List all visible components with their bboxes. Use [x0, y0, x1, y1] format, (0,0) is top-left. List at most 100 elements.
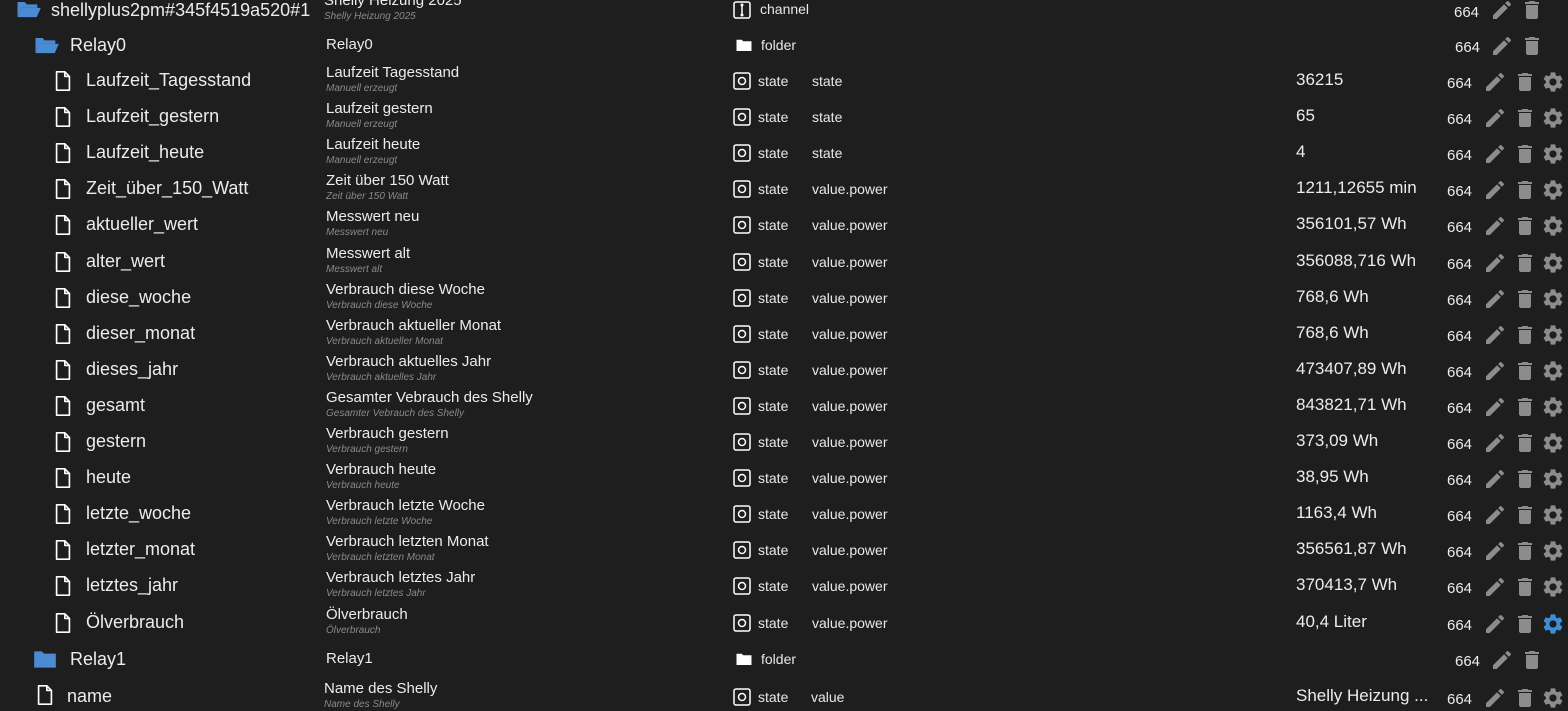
object-value[interactable]: 1211,12655 min [1296, 178, 1417, 198]
object-value[interactable]: 1163,4 Wh [1296, 503, 1377, 523]
object-name: Laufzeit gestern [326, 100, 433, 117]
object-name-sub: Manuell erzeugt [326, 119, 398, 130]
object-value[interactable]: 356101,57 Wh [1296, 214, 1407, 234]
edit-button[interactable] [1483, 431, 1507, 455]
settings-button[interactable] [1541, 142, 1565, 166]
settings-button[interactable] [1541, 395, 1565, 419]
settings-button[interactable] [1541, 612, 1565, 636]
delete-button[interactable] [1513, 575, 1537, 599]
settings-button[interactable] [1541, 178, 1565, 202]
delete-button[interactable] [1513, 142, 1537, 166]
table-row[interactable]: letzte_woche Verbrauch letzte Woche Verbra… [0, 497, 1568, 533]
delete-button[interactable] [1513, 251, 1537, 275]
folder-open-icon[interactable] [32, 31, 60, 59]
edit-button[interactable] [1483, 106, 1507, 130]
table-row[interactable]: Laufzeit_gestern Laufzeit gestern Manuell … [0, 100, 1568, 136]
settings-button[interactable] [1541, 70, 1565, 94]
delete-button[interactable] [1513, 359, 1537, 383]
edit-button[interactable] [1483, 287, 1507, 311]
object-value[interactable]: 768,6 Wh [1296, 287, 1369, 307]
delete-button[interactable] [1513, 70, 1537, 94]
settings-button[interactable] [1541, 467, 1565, 491]
delete-button[interactable] [1520, 34, 1544, 58]
settings-button[interactable] [1541, 106, 1565, 130]
edit-button[interactable] [1483, 467, 1507, 491]
delete-button[interactable] [1513, 503, 1537, 527]
edit-button[interactable] [1483, 70, 1507, 94]
settings-button[interactable] [1541, 539, 1565, 563]
settings-button[interactable] [1541, 503, 1565, 527]
delete-button[interactable] [1513, 686, 1537, 710]
delete-button[interactable] [1513, 323, 1537, 347]
table-row[interactable]: Zeit_über_150_Watt Zeit über 150 Watt Zeit… [0, 172, 1568, 208]
table-row[interactable]: Ölverbrauch Ölverbrauch Ölverbrauch state va… [0, 606, 1568, 642]
table-row[interactable]: alter_wert Messwert alt Messwert alt state v… [0, 245, 1568, 281]
edit-button[interactable] [1483, 612, 1507, 636]
edit-button[interactable] [1483, 539, 1507, 563]
table-row[interactable]: letzter_monat Verbrauch letzten Monat Verb… [0, 533, 1568, 569]
settings-button[interactable] [1541, 575, 1565, 599]
settings-button[interactable] [1541, 251, 1565, 275]
folder-closed-icon[interactable] [32, 646, 58, 672]
edit-button[interactable] [1483, 142, 1507, 166]
settings-button[interactable] [1541, 287, 1565, 311]
settings-button[interactable] [1541, 359, 1565, 383]
settings-button[interactable] [1541, 431, 1565, 455]
folder-open-icon[interactable] [14, 0, 42, 23]
delete-button[interactable] [1513, 287, 1537, 311]
table-row[interactable]: heute Verbrauch heute Verbrauch heute state… [0, 461, 1568, 497]
delete-button[interactable] [1513, 539, 1537, 563]
edit-button[interactable] [1483, 395, 1507, 419]
object-value[interactable]: 373,09 Wh [1296, 431, 1378, 451]
object-value[interactable]: Shelly Heizung ... [1296, 686, 1428, 706]
object-type: folder [761, 37, 797, 53]
edit-button[interactable] [1483, 686, 1507, 710]
table-row[interactable]: Laufzeit_heute Laufzeit heute Manuell erze… [0, 136, 1568, 172]
object-value[interactable]: 356088,716 Wh [1296, 251, 1416, 271]
table-row[interactable]: dieser_monat Verbrauch aktueller Monat Ver… [0, 317, 1568, 353]
table-row[interactable]: Laufzeit_Tagesstand Laufzeit Tagesstand Ma… [0, 64, 1568, 100]
delete-button[interactable] [1520, 0, 1544, 22]
object-value[interactable]: 40,4 Liter [1296, 612, 1367, 632]
edit-button[interactable] [1483, 214, 1507, 238]
edit-button[interactable] [1483, 359, 1507, 383]
delete-button[interactable] [1513, 612, 1537, 636]
settings-button[interactable] [1541, 214, 1565, 238]
table-row[interactable]: letztes_jahr Verbrauch letztes Jahr Verbra… [0, 569, 1568, 605]
object-value[interactable]: 36215 [1296, 70, 1343, 90]
settings-button[interactable] [1541, 323, 1565, 347]
object-value[interactable]: 4 [1296, 142, 1305, 162]
object-value[interactable]: 473407,89 Wh [1296, 359, 1407, 379]
edit-button[interactable] [1483, 323, 1507, 347]
object-value[interactable]: 843821,71 Wh [1296, 395, 1407, 415]
edit-button[interactable] [1490, 34, 1514, 58]
object-value[interactable]: 65 [1296, 106, 1315, 126]
object-value[interactable]: 38,95 Wh [1296, 467, 1369, 487]
tree-row-device[interactable]: shellyplus2pm#345f4519a520#1 Shelly Heiz… [0, 0, 1568, 28]
edit-button[interactable] [1483, 575, 1507, 599]
table-row[interactable]: dieses_jahr Verbrauch aktuelles Jahr Verbr… [0, 353, 1568, 389]
table-row[interactable]: gesamt Gesamter Vebrauch des Shelly Gesamt… [0, 389, 1568, 425]
object-value[interactable]: 356561,87 Wh [1296, 539, 1407, 559]
tree-row-name[interactable]: name Name des Shelly Name des Shelly sta… [0, 678, 1568, 711]
table-row[interactable]: diese_woche Verbrauch diese Woche Verbrauc… [0, 281, 1568, 317]
edit-button[interactable] [1483, 178, 1507, 202]
settings-button[interactable] [1541, 686, 1565, 710]
delete-button[interactable] [1513, 467, 1537, 491]
object-value[interactable]: 370413,7 Wh [1296, 575, 1397, 595]
table-row[interactable]: aktueller_wert Messwert neu Messwert neu st… [0, 208, 1568, 244]
table-row[interactable]: gestern Verbrauch gestern Verbrauch gester… [0, 425, 1568, 461]
edit-button[interactable] [1490, 0, 1514, 22]
delete-button[interactable] [1513, 106, 1537, 130]
delete-button[interactable] [1513, 431, 1537, 455]
tree-row-relay1[interactable]: Relay1 Relay1 folder 664 [0, 642, 1568, 678]
object-value[interactable]: 768,6 Wh [1296, 323, 1369, 343]
delete-button[interactable] [1513, 214, 1537, 238]
edit-button[interactable] [1483, 251, 1507, 275]
edit-button[interactable] [1490, 648, 1514, 672]
delete-button[interactable] [1513, 178, 1537, 202]
edit-button[interactable] [1483, 503, 1507, 527]
delete-button[interactable] [1520, 648, 1544, 672]
delete-button[interactable] [1513, 395, 1537, 419]
tree-row-relay0[interactable]: Relay0 Relay0 folder 664 [0, 28, 1568, 64]
